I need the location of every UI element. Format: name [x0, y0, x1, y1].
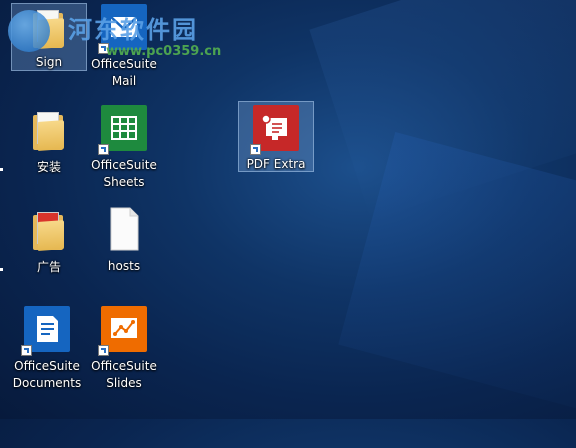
- watermark-url: www.pc0359.cn: [106, 44, 222, 59]
- edge-mark: [0, 268, 3, 271]
- edge-mark: [0, 168, 3, 171]
- desktop-icon-label: hosts: [107, 259, 141, 273]
- shortcut-arrow-icon: [21, 345, 32, 356]
- officesuite-documents-icon: [21, 305, 71, 356]
- shortcut-arrow-icon: [98, 144, 109, 155]
- desktop-icon-officesuite-documents[interactable]: OfficeSuite Documents: [9, 305, 85, 392]
- watermark-title: 河东软件园: [68, 15, 198, 44]
- folder-icon: [25, 106, 73, 154]
- desktop-icon-label: PDF Extra: [246, 157, 306, 171]
- desktop-icon-officesuite-slides[interactable]: OfficeSuite Slides: [86, 305, 162, 392]
- desktop-icon-label: OfficeSuite Documents: [12, 359, 82, 390]
- desktop-icon-label: OfficeSuite Mail: [91, 57, 157, 88]
- watermark-logo-icon: [8, 10, 50, 52]
- officesuite-sheets-icon: [98, 104, 148, 155]
- pdf-extra-icon: [250, 104, 300, 155]
- desktop-icon-guanggao[interactable]: 广告: [11, 206, 87, 276]
- desktop-icon-label: 安装: [36, 160, 61, 174]
- shortcut-arrow-icon: [98, 345, 109, 356]
- watermark: 河东软件园 www.pc0359.cn: [6, 8, 276, 59]
- desktop-icon-label: 广告: [36, 260, 61, 274]
- desktop-icon-label: OfficeSuite Slides: [91, 359, 157, 390]
- shortcut-arrow-icon: [250, 144, 261, 155]
- desktop-icon-anzhuang[interactable]: 安装: [11, 106, 87, 176]
- officesuite-slides-icon: [98, 305, 148, 356]
- desktop-icon-officesuite-sheets[interactable]: OfficeSuite Sheets: [86, 104, 162, 191]
- desktop-icon-label: OfficeSuite Sheets: [91, 158, 157, 189]
- desktop-icon-hosts[interactable]: hosts: [86, 205, 162, 275]
- wallpaper-light-ray: [309, 0, 576, 220]
- wallpaper-light-ray: [338, 131, 576, 448]
- file-icon: [100, 205, 148, 253]
- desktop-icon-pdf-extra[interactable]: PDF Extra: [238, 101, 314, 172]
- folder-icon: [25, 206, 73, 254]
